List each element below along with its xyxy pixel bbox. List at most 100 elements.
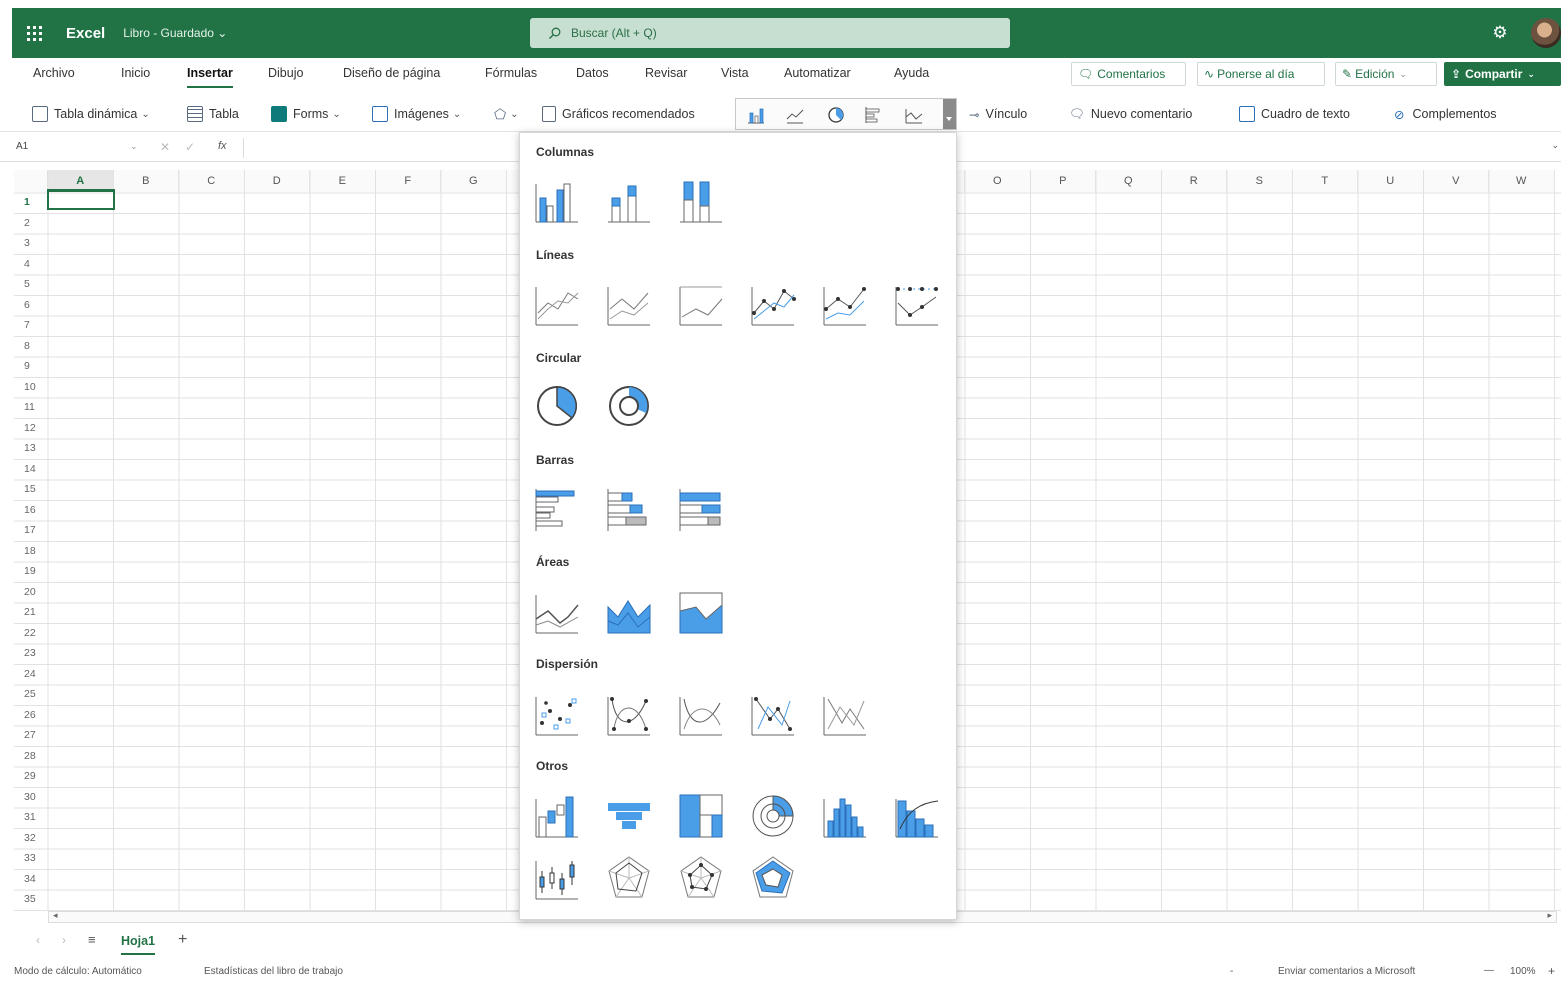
stacked-column-option[interactable] [604,176,654,226]
tab-datos[interactable]: Datos [576,66,609,80]
radar-option[interactable] [604,853,654,903]
stock-option[interactable] [532,853,582,903]
funnel-option[interactable] [604,791,654,841]
area-chart-icon[interactable] [904,105,924,125]
line-markers-option[interactable] [748,279,798,329]
shapes-button[interactable]: ⬠ ⌄ [494,104,519,124]
ribbon-insert: Tabla dinámica ⌄ Tabla Forms ⌄ Imágenes … [0,96,1561,132]
chevron-down-icon: ⌄ [452,108,462,120]
scatter-smooth-option[interactable] [676,689,726,739]
line-chart-icon[interactable] [785,105,805,125]
comments-button[interactable]: 🗨 Comentarios [1071,62,1186,86]
recommended-charts-button[interactable]: Gráficos recomendados [542,104,695,124]
section-bars: Barras [536,453,575,467]
add-sheet-button[interactable]: + [178,931,187,949]
section-areas: Áreas [536,555,570,569]
images-button[interactable]: Imágenes ⌄ [372,104,461,124]
link-button[interactable]: ⊸ Vínculo [969,104,1027,124]
clustered-bar-option[interactable] [532,485,582,535]
stacked-line-option[interactable] [604,279,654,329]
tab-inicio[interactable]: Inicio [121,66,150,80]
column-chart-icon[interactable] [746,105,766,125]
new-comment-button[interactable]: 🗨 Nuevo comentario [1069,104,1192,124]
stacked-line-markers-option[interactable] [820,279,870,329]
zoom-out-button[interactable]: — [1484,965,1494,976]
forms-button[interactable]: Forms ⌄ [271,104,341,124]
pivot-table-button[interactable]: Tabla dinámica ⌄ [32,104,150,124]
tab-archivo[interactable]: Archivo [33,66,75,80]
area-option[interactable] [532,587,582,637]
scatter-option[interactable] [532,689,582,739]
waterfall-option[interactable] [532,791,582,841]
stacked-bar-option[interactable] [604,485,654,535]
scatter-straight-markers-option[interactable] [748,689,798,739]
avatar[interactable] [1531,18,1561,48]
tab-formulas[interactable]: Fórmulas [485,66,537,80]
scroll-right-icon[interactable]: ▸ [1547,910,1552,921]
calculation-mode[interactable]: Modo de cálculo: Automático [14,966,142,977]
percent-stacked-column-option[interactable] [676,176,726,226]
pie-chart-icon[interactable] [826,105,846,125]
catch-up-button[interactable]: ∿ Ponerse al día [1197,62,1325,86]
treemap-option[interactable] [676,791,726,841]
tab-automatizar[interactable]: Automatizar [784,66,851,80]
tab-ayuda[interactable]: Ayuda [894,66,929,80]
next-sheet-icon[interactable]: › [62,933,66,947]
pie-option[interactable] [532,381,582,431]
expand-formula-bar-icon[interactable]: ⌄ [1551,140,1559,151]
search-icon [549,27,561,39]
all-sheets-menu-icon[interactable]: ≡ [88,932,96,947]
recommended-charts-label: Gráficos recomendados [562,107,695,121]
add-ins-button[interactable]: ⊘ Complementos [1394,104,1497,124]
stacked-area-option[interactable] [604,587,654,637]
workbook-statistics[interactable]: Estadísticas del libro de trabajo [204,966,343,977]
feedback-link[interactable]: Enviar comentarios a Microsoft [1278,966,1415,977]
more-charts-button[interactable] [943,99,956,129]
settings-gear-icon[interactable]: ⚙ [1489,22,1511,44]
pulse-icon: ∿ [1204,67,1215,81]
name-box[interactable]: A1 [16,141,28,152]
zoom-in-button[interactable]: + [1548,964,1555,978]
prev-sheet-icon[interactable]: ‹ [36,933,40,947]
tab-vista[interactable]: Vista [721,66,749,80]
clustered-column-option[interactable] [532,176,582,226]
section-pie: Circular [536,351,582,365]
confirm-icon[interactable]: ✓ [185,140,195,154]
line-option[interactable] [532,279,582,329]
share-button[interactable]: ⇪ Compartir ⌄ [1444,62,1561,86]
percent-stacked-line-option[interactable] [676,279,726,329]
scroll-left-icon[interactable]: ◂ [53,910,58,921]
add-ins-icon: ⊘ [1394,107,1405,122]
document-name[interactable]: Libro - Guardado ⌄ [123,26,227,40]
bar-chart-icon[interactable] [864,105,884,125]
active-cell[interactable] [47,189,115,210]
filled-radar-option[interactable] [748,853,798,903]
tab-dibujo[interactable]: Dibujo [268,66,303,80]
tab-revisar[interactable]: Revisar [645,66,687,80]
scatter-straight-option[interactable] [820,689,870,739]
chevron-down-icon[interactable]: ⌄ [130,141,138,152]
scatter-smooth-markers-option[interactable] [604,689,654,739]
histogram-option[interactable] [820,791,870,841]
zoom-level[interactable]: 100% [1510,966,1536,977]
chevron-down-icon: ⌄ [1527,68,1535,79]
doughnut-option[interactable] [604,381,654,431]
radar-markers-option[interactable] [676,853,726,903]
percent-stacked-line-markers-option[interactable] [892,279,942,329]
percent-stacked-area-option[interactable] [676,587,726,637]
search-input[interactable]: Buscar (Alt + Q) [530,18,1010,48]
sunburst-option[interactable] [748,791,798,841]
cancel-icon[interactable]: ✕ [160,140,170,154]
text-box-button[interactable]: Cuadro de texto [1239,104,1350,124]
app-name[interactable]: Excel [66,25,105,42]
tab-insertar[interactable]: Insertar [187,66,233,88]
table-button[interactable]: Tabla [187,104,239,124]
percent-stacked-bar-option[interactable] [676,485,726,535]
chevron-down-icon: ⌄ [217,26,228,40]
tab-diseno-pagina[interactable]: Diseño de página [343,66,440,80]
sheet-tab-hoja1[interactable]: Hoja1 [121,934,156,955]
app-launcher-icon[interactable] [12,8,56,58]
pareto-option[interactable] [892,791,942,841]
fx-icon[interactable]: fx [218,140,227,152]
editing-mode-button[interactable]: ✎ Edición ⌄ [1335,62,1437,86]
